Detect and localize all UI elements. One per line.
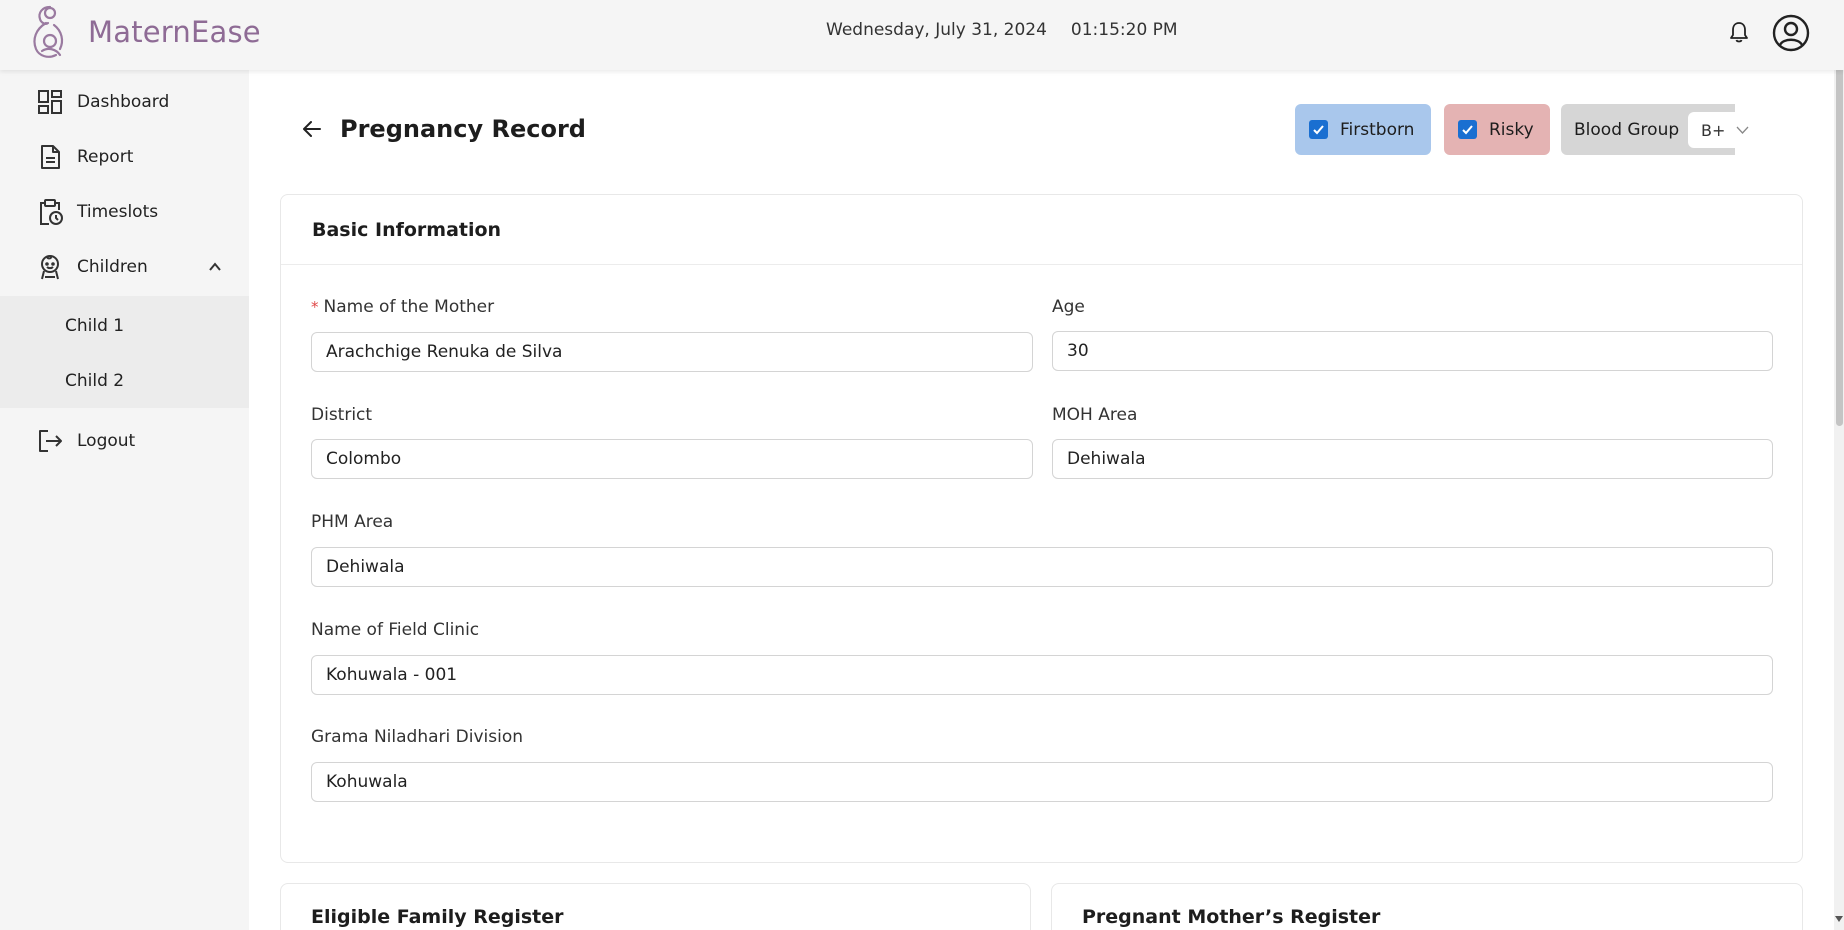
baby-icon: [41, 255, 59, 280]
blood-group-label: Blood Group: [1574, 119, 1680, 140]
sidebar-subitem-label: Child 1: [65, 316, 125, 336]
risky-toggle[interactable]: Risky: [1444, 104, 1550, 155]
district-input[interactable]: [311, 439, 1033, 479]
risky-label: Risky: [1489, 119, 1534, 140]
pregnant-mother-register-card: Pregnant Mother’s Register: [1051, 883, 1803, 930]
bell-icon[interactable]: [1728, 20, 1750, 44]
sidebar-item-dashboard[interactable]: Dashboard: [0, 76, 249, 128]
sidebar-item-child-2[interactable]: Child 2: [0, 355, 249, 407]
eligible-family-register-card: Eligible Family Register: [280, 883, 1031, 930]
field-clinic-input[interactable]: [311, 655, 1773, 695]
age-label: Age: [1052, 297, 1085, 317]
firstborn-label: Firstborn: [1340, 119, 1415, 140]
current-time: 01:15:20 PM: [1070, 20, 1178, 40]
sidebar: Dashboard Report Timeslots Children Chil…: [0, 70, 249, 930]
mother-baby-logo: [33, 5, 64, 58]
sidebar-item-logout[interactable]: Logout: [0, 415, 249, 467]
card-title: Pregnant Mother’s Register: [1082, 906, 1381, 928]
sidebar-item-label: Timeslots: [77, 202, 159, 222]
gn-division-label: Grama Niladhari Division: [311, 727, 523, 747]
date-time: Wednesday, July 31, 2024 01:15:20 PM: [826, 20, 1202, 40]
sidebar-item-label: Report: [77, 147, 134, 167]
blood-group-control: Blood Group B+: [1561, 104, 1761, 155]
back-arrow-icon[interactable]: [301, 118, 323, 140]
clipboard-clock-icon: [40, 199, 63, 225]
page-title: Pregnancy Record: [340, 115, 586, 143]
checkbox-checked-icon[interactable]: [1458, 120, 1477, 139]
scrollbar-thumb[interactable]: [1836, 16, 1843, 426]
brand-name: MaternEase: [88, 15, 261, 49]
dashboard-icon: [38, 90, 62, 114]
blood-group-select[interactable]: B+: [1688, 112, 1761, 148]
chevron-up-icon[interactable]: [208, 260, 222, 274]
moh-area-input[interactable]: [1052, 439, 1773, 479]
children-submenu: Child 1 Child 2: [0, 296, 249, 408]
age-input[interactable]: [1052, 331, 1773, 371]
mother-name-input[interactable]: [311, 332, 1033, 372]
phm-area-label: PHM Area: [311, 512, 394, 532]
sidebar-item-timeslots[interactable]: Timeslots: [0, 186, 249, 238]
sidebar-item-label: Children: [77, 257, 148, 277]
user-circle-icon[interactable]: [1772, 14, 1810, 52]
mother-name-label: * Name of the Mother: [311, 297, 495, 317]
scroll-down-arrow-icon[interactable]: [1834, 912, 1844, 926]
card-title: Eligible Family Register: [311, 906, 564, 928]
blood-group-value: B+: [1701, 120, 1726, 140]
checkbox-checked-icon[interactable]: [1309, 120, 1328, 139]
brand[interactable]: MaternEase: [28, 0, 261, 64]
sidebar-item-child-1[interactable]: Child 1: [0, 300, 249, 352]
field-clinic-label: Name of Field Clinic: [311, 620, 480, 640]
moh-area-label: MOH Area: [1052, 405, 1138, 425]
sidebar-item-children[interactable]: Children: [0, 241, 249, 293]
logout-icon: [39, 430, 62, 452]
document-icon: [41, 145, 60, 169]
gn-division-input[interactable]: [311, 762, 1773, 802]
card-header: Basic Information: [281, 195, 1802, 265]
sidebar-item-report[interactable]: Report: [0, 131, 249, 183]
phm-area-input[interactable]: [311, 547, 1773, 587]
firstborn-toggle[interactable]: Firstborn: [1295, 104, 1431, 155]
main-content: Pregnancy Record Firstborn Risky Blood G…: [249, 70, 1834, 930]
sidebar-subitem-label: Child 2: [65, 371, 125, 391]
district-label: District: [311, 405, 373, 425]
basic-information-card: Basic Information *Name of the Mother Ag…: [280, 194, 1803, 863]
card-title: Basic Information: [312, 219, 502, 241]
current-date: Wednesday, July 31, 2024: [826, 20, 1047, 40]
top-bar: MaternEase Wednesday, July 31, 2024 01:15…: [0, 0, 1844, 70]
sidebar-item-label: Dashboard: [77, 92, 170, 112]
chevron-down-icon: [1736, 126, 1749, 134]
sidebar-item-label: Logout: [77, 431, 136, 451]
required-asterisk: *: [311, 298, 319, 316]
